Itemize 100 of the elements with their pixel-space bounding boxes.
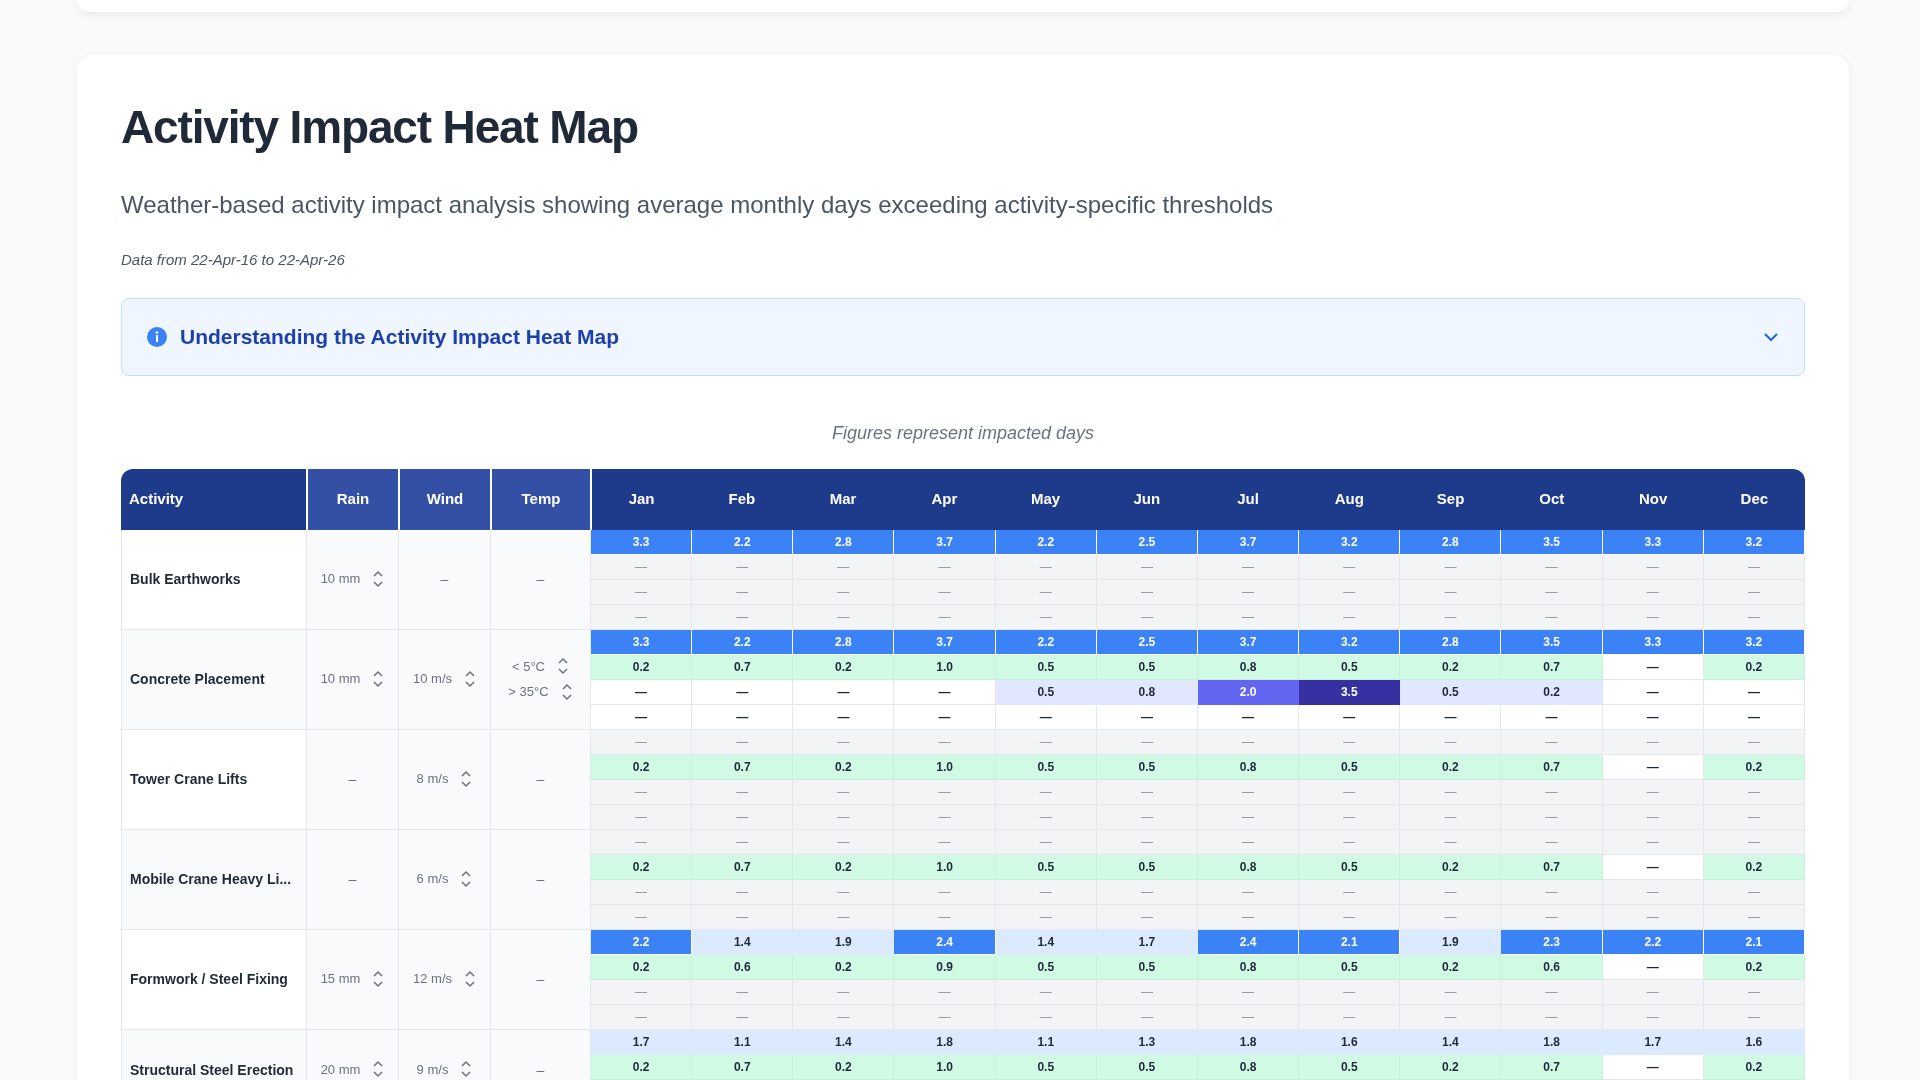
activity-name: Concrete Placement — [130, 669, 265, 689]
threshold-value: 6 m/s — [416, 870, 449, 889]
chevron-down-icon[interactable] — [372, 580, 385, 588]
table-cell: 0.2 — [591, 754, 693, 780]
table-cell: — — [793, 729, 895, 755]
chevron-up-icon[interactable] — [372, 670, 385, 678]
table-cell: 0.5 — [1299, 854, 1401, 880]
table-cell: — — [1299, 604, 1401, 630]
chevron-up-icon[interactable] — [460, 1060, 473, 1069]
table-cell: — — [692, 779, 794, 805]
table-cell: — — [591, 679, 693, 705]
activity-name: Structural Steel Erection — [130, 1060, 294, 1080]
table-cell: 3.2 — [1299, 629, 1401, 655]
table-cell: — — [1299, 879, 1401, 905]
table-cell: — — [1299, 579, 1401, 605]
table-cell: 0.8 — [1096, 679, 1198, 705]
table-cell: 3.3 — [591, 529, 693, 555]
table-cell: — — [1096, 879, 1198, 905]
table-cell: 0.6 — [1501, 954, 1603, 980]
table-cell: — — [692, 604, 794, 630]
table-cell: — — [995, 579, 1097, 605]
table-cell: — — [1501, 804, 1603, 830]
table-cell: 0.2 — [793, 954, 895, 980]
table-cell: 1.0 — [894, 854, 996, 880]
table-cell: — — [1198, 1004, 1300, 1030]
table-cell: — — [995, 979, 1097, 1005]
chevron-up-icon[interactable] — [372, 970, 385, 978]
table-cell: 0.2 — [1703, 954, 1805, 980]
table-cell: 2.2 — [692, 629, 794, 655]
table-cell: 0.2 — [1400, 754, 1502, 780]
chevron-down-icon[interactable] — [464, 980, 476, 988]
table-cell: 3.5 — [1501, 629, 1603, 655]
table-cell: — — [995, 804, 1097, 830]
empty-threshold: – — [536, 769, 545, 789]
table-cell: — — [995, 904, 1097, 930]
chevron-up-icon[interactable] — [557, 657, 569, 666]
chevron-up-icon[interactable] — [372, 570, 385, 578]
table-cell: — — [793, 579, 895, 605]
table-cell: — — [894, 729, 996, 755]
table-cell: 0.2 — [1400, 854, 1502, 880]
chevron-up-icon[interactable] — [460, 770, 473, 778]
table-cell: — — [591, 604, 693, 630]
chevron-down-icon[interactable] — [557, 667, 569, 676]
table-cell: 0.7 — [1501, 1054, 1603, 1080]
table-cell: 0.7 — [1501, 654, 1603, 680]
table-cell: — — [1198, 604, 1300, 630]
chevron-up-icon[interactable] — [464, 670, 476, 678]
table-cell: 0.2 — [1400, 954, 1502, 980]
info-panel[interactable]: Understanding the Activity Impact Heat Map — [121, 297, 1805, 376]
table-cell: 1.7 — [1096, 929, 1198, 955]
table-cell: 1.8 — [894, 1029, 996, 1055]
table-cell: — — [1096, 579, 1198, 605]
table-cell: 2.1 — [1703, 929, 1805, 955]
chevron-down-icon[interactable] — [560, 692, 573, 701]
table-cell: 0.8 — [1198, 654, 1300, 680]
table-cell: — — [1501, 604, 1603, 630]
chevron-down-icon[interactable] — [372, 1070, 385, 1079]
table-cell: 1.1 — [692, 1029, 794, 1055]
table-cell: — — [894, 1004, 996, 1030]
table-cell: — — [1400, 779, 1502, 805]
table-cell: — — [692, 879, 794, 905]
column-header: Aug — [1298, 468, 1400, 530]
column-header: Jan — [590, 468, 692, 530]
table-cell: — — [1703, 829, 1805, 855]
empty-threshold: – — [348, 869, 357, 889]
table-cell: — — [1703, 779, 1805, 805]
table-cell: — — [591, 579, 693, 605]
column-header: Feb — [691, 468, 793, 530]
table-cell: — — [1703, 879, 1805, 905]
chevron-down-icon[interactable] — [460, 780, 473, 788]
table-cell: 3.2 — [1703, 629, 1805, 655]
table-cell: — — [1400, 1004, 1502, 1030]
table-cell: 1.9 — [793, 929, 895, 955]
threshold-value: > 35°C — [508, 683, 549, 701]
table-cell: — — [1602, 779, 1704, 805]
table-cell: 0.7 — [1501, 854, 1603, 880]
threshold-value: 12 m/s — [413, 970, 452, 989]
chevron-up-icon[interactable] — [460, 870, 473, 878]
chevron-down-icon[interactable] — [464, 680, 476, 688]
chevron-down-icon[interactable] — [460, 880, 473, 888]
chevron-down-icon[interactable] — [372, 980, 385, 988]
chevron-down-icon[interactable] — [460, 1070, 473, 1079]
table-cell: 0.7 — [1501, 754, 1603, 780]
table-cell: — — [692, 679, 794, 705]
table-cell: — — [1096, 604, 1198, 630]
chevron-up-icon[interactable] — [372, 1060, 385, 1069]
chevron-down-icon[interactable] — [372, 680, 385, 688]
table-cell: 3.3 — [1602, 529, 1704, 555]
table-cell: 3.7 — [1198, 629, 1300, 655]
table-cell: 3.7 — [894, 629, 996, 655]
column-header: Dec — [1703, 468, 1805, 530]
table-cell: — — [1602, 804, 1704, 830]
table-cell: — — [1501, 829, 1603, 855]
chevron-up-icon[interactable] — [560, 682, 573, 691]
activity-name: Formwork / Steel Fixing — [130, 969, 288, 989]
table-cell: 1.4 — [995, 929, 1097, 955]
table-cell: 0.2 — [1703, 754, 1805, 780]
table-cell: — — [1400, 704, 1502, 730]
empty-threshold: – — [536, 969, 545, 989]
chevron-up-icon[interactable] — [464, 970, 476, 978]
